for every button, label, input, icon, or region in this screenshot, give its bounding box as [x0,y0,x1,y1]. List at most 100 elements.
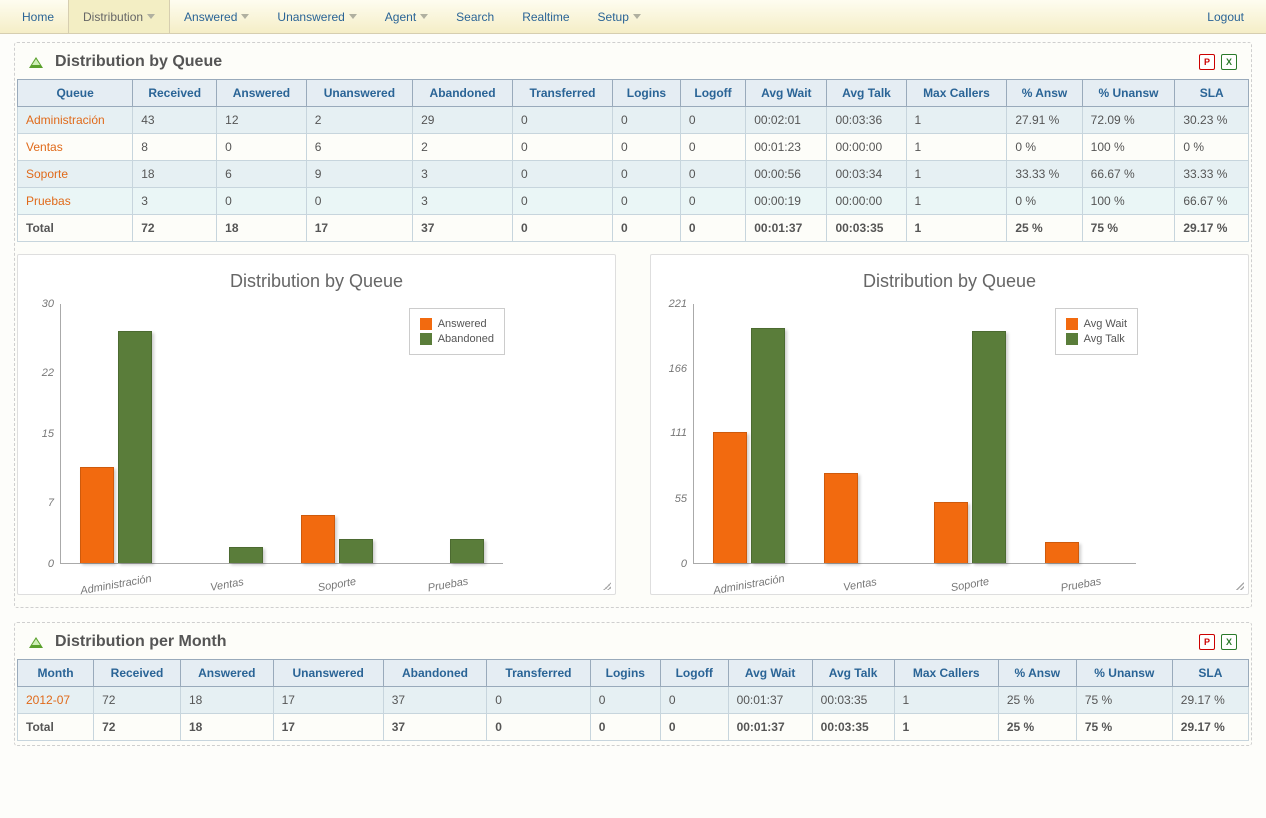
nav-item-search[interactable]: Search [442,0,508,33]
legend-swatch [420,333,432,345]
column-header[interactable]: Logoff [680,80,745,107]
column-header[interactable]: Max Callers [906,80,1007,107]
cell: 1 [906,107,1007,134]
export-xls-icon[interactable]: X [1221,634,1237,650]
total-cell: 00:01:37 [746,215,827,242]
column-header[interactable]: Avg Talk [827,80,906,107]
cell: 66.67 % [1082,161,1175,188]
column-header[interactable]: Max Callers [894,660,998,687]
total-cell: 75 % [1076,714,1172,741]
nav-item-home[interactable]: Home [8,0,68,33]
cell: 25 % [998,687,1076,714]
resize-handle-icon[interactable] [601,580,611,590]
total-cell: 29.17 % [1172,714,1248,741]
cell: 3 [413,161,513,188]
column-header[interactable]: Avg Talk [812,660,894,687]
cell: 1 [906,188,1007,215]
row-link[interactable]: Ventas [18,134,133,161]
chart-box: Distribution by Queue055111166221Adminis… [650,254,1249,595]
total-cell: 75 % [1082,215,1175,242]
nav-item-distribution[interactable]: Distribution [68,0,170,33]
cell: 66.67 % [1175,188,1249,215]
legend-swatch [420,318,432,330]
export-pdf-icon[interactable]: P [1199,54,1215,70]
column-header[interactable]: % Answ [998,660,1076,687]
column-header[interactable]: Received [94,660,181,687]
row-link[interactable]: Pruebas [18,188,133,215]
bar [713,432,747,563]
chart-box: Distribution by Queue07152230Administrac… [17,254,616,595]
total-cell: 72 [133,215,217,242]
total-row: Total7218173700000:01:3700:03:35125 %75 … [18,714,1249,741]
column-header[interactable]: % Unansw [1082,80,1175,107]
x-label: Soporte [950,576,990,595]
nav-logout[interactable]: Logout [1193,0,1258,33]
bar [450,539,484,563]
total-row: Total7218173700000:01:3700:03:35125 %75 … [18,215,1249,242]
row-link[interactable]: Administración [18,107,133,134]
collapse-icon[interactable] [29,57,43,68]
column-header[interactable]: Logins [590,660,660,687]
nav-item-answered[interactable]: Answered [170,0,263,33]
cell: 29 [413,107,513,134]
column-header[interactable]: Answered [217,80,307,107]
column-header[interactable]: SLA [1175,80,1249,107]
column-header[interactable]: SLA [1172,660,1248,687]
bar-group [299,515,375,563]
total-cell: 25 % [1007,215,1082,242]
column-header[interactable]: Avg Wait [728,660,812,687]
total-cell: 00:01:37 [728,714,812,741]
column-header[interactable]: Logoff [660,660,728,687]
cell: 0 [513,161,613,188]
total-cell: 1 [894,714,998,741]
cell: 100 % [1082,188,1175,215]
total-cell: 0 [613,215,681,242]
column-header[interactable]: Answered [180,660,273,687]
total-cell: 25 % [998,714,1076,741]
cell: 2 [306,107,412,134]
y-tick: 15 [42,428,54,440]
cell: 0 [660,687,728,714]
total-cell: 00:03:35 [827,215,906,242]
column-header[interactable]: Received [133,80,217,107]
y-tick: 7 [48,497,54,509]
cell: 6 [306,134,412,161]
column-header[interactable]: Abandoned [383,660,486,687]
nav-item-setup[interactable]: Setup [584,0,655,33]
column-header[interactable]: % Answ [1007,80,1082,107]
export-pdf-icon[interactable]: P [1199,634,1215,650]
legend-label: Avg Wait [1084,318,1127,330]
nav-item-unanswered[interactable]: Unanswered [263,0,370,33]
cell: 18 [133,161,217,188]
chevron-down-icon [147,14,155,19]
nav-item-realtime[interactable]: Realtime [508,0,583,33]
cell: 0 [513,107,613,134]
cell: 1 [894,687,998,714]
chevron-down-icon [633,14,641,19]
column-header[interactable]: Queue [18,80,133,107]
bar [934,502,968,563]
total-cell: 1 [906,215,1007,242]
column-header[interactable]: Avg Wait [746,80,827,107]
bar-group [711,328,787,563]
cell: 0 [613,107,681,134]
collapse-icon[interactable] [29,637,43,648]
column-header[interactable]: Transferred [513,80,613,107]
cell: 0 [680,134,745,161]
cell: 0 [613,161,681,188]
column-header[interactable]: Abandoned [413,80,513,107]
y-tick: 0 [681,558,687,570]
column-header[interactable]: Unanswered [306,80,412,107]
column-header[interactable]: Transferred [487,660,590,687]
cell: 00:01:23 [746,134,827,161]
nav-item-agent[interactable]: Agent [371,0,442,33]
cell: 43 [133,107,217,134]
column-header[interactable]: Logins [613,80,681,107]
row-link[interactable]: Soporte [18,161,133,188]
column-header[interactable]: Month [18,660,94,687]
row-link[interactable]: 2012-07 [18,687,94,714]
column-header[interactable]: Unanswered [273,660,383,687]
resize-handle-icon[interactable] [1234,580,1244,590]
column-header[interactable]: % Unansw [1076,660,1172,687]
export-xls-icon[interactable]: X [1221,54,1237,70]
